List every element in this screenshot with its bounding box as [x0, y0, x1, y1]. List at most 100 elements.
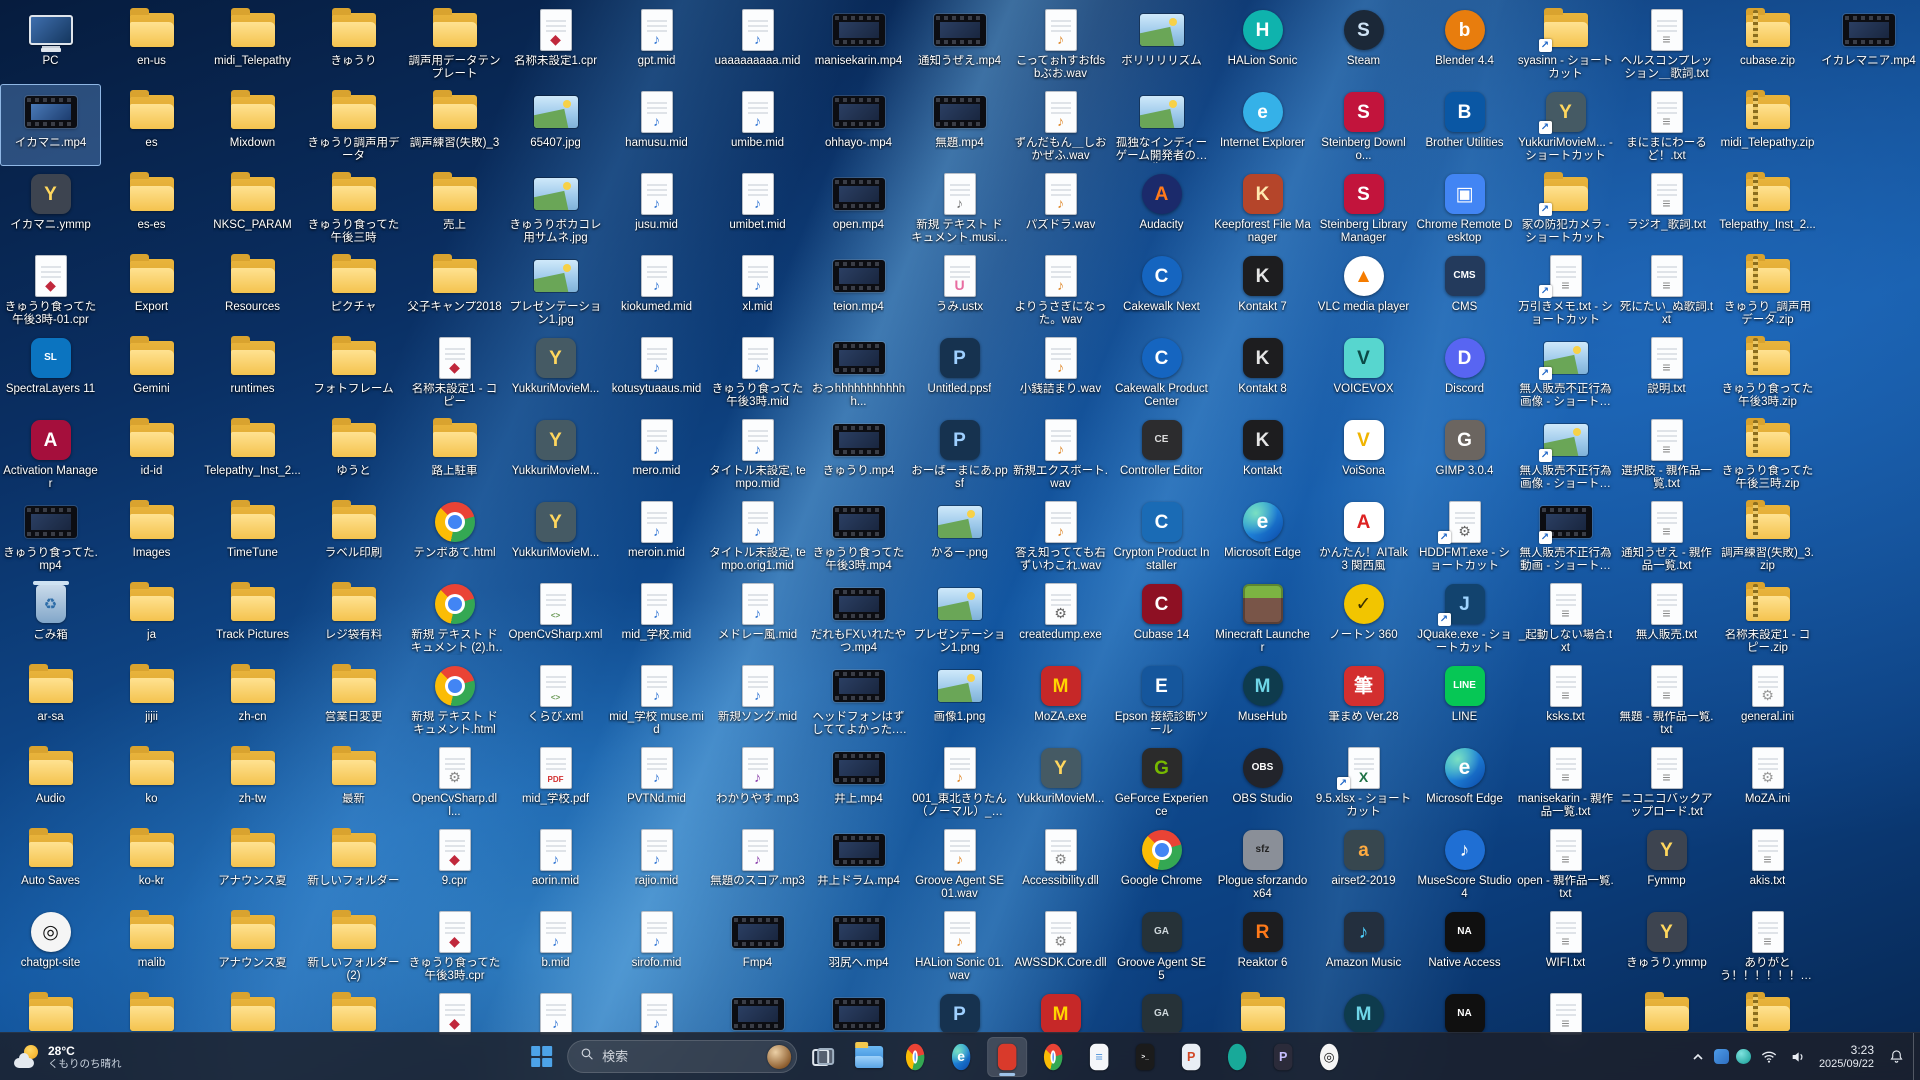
desktop-icon[interactable]: ♪パズドラ.wav [1010, 166, 1111, 248]
desktop-icon[interactable]: sfzPlogue sforzando x64 [1212, 822, 1313, 904]
desktop-icon[interactable]: ♪小銭詰まり.wav [1010, 330, 1111, 412]
desktop-icon[interactable]: おっhhhhhhhhhhhh... [808, 330, 909, 412]
desktop-icon[interactable]: Telepathy_Inst_2... [1717, 166, 1818, 248]
desktop-icon[interactable]: BBrother Utilities [1414, 84, 1515, 166]
desktop-icon[interactable]: ↗syasinn - ショートカット [1515, 2, 1616, 84]
presentation-app-taskbar-button[interactable]: P [1171, 1037, 1211, 1077]
desktop-icon[interactable]: ◆9.cpr [404, 822, 505, 904]
desktop-icon[interactable]: プレゼンテーション1.png [909, 576, 1010, 658]
desktop-icon[interactable]: ↗無人販売不正行為画像 - ショートカット [1515, 412, 1616, 494]
desktop-icon[interactable]: 調声練習(失敗)_3 [404, 84, 505, 166]
desktop-icon[interactable]: YFymmp [1616, 822, 1717, 904]
desktop-icon[interactable]: ラベル印刷 [303, 494, 404, 576]
desktop-icon[interactable]: ♪umibet.mid [707, 166, 808, 248]
weather-widget[interactable]: 28°C くもりのち晴れ [4, 1033, 132, 1080]
desktop-icon[interactable]: ↗家の防犯カメラ - ショートカット [1515, 166, 1616, 248]
desktop-icon[interactable]: ♪タイトル未設定, tempo.orig1.mid [707, 494, 808, 576]
desktop-icon[interactable]: CEController Editor [1111, 412, 1212, 494]
desktop-icon[interactable]: ≡説明.txt [1616, 330, 1717, 412]
desktop-icon[interactable]: HHALion Sonic [1212, 2, 1313, 84]
desktop-icon[interactable]: midi_Telepathy.zip [1717, 84, 1818, 166]
desktop-icon[interactable]: OBSOBS Studio [1212, 740, 1313, 822]
desktop-icon[interactable]: きゅうり食ってた午後3時.zip [1717, 330, 1818, 412]
desktop-icon[interactable]: Yきゅうり.ymmp [1616, 904, 1717, 986]
desktop-icon[interactable]: es-es [101, 166, 202, 248]
desktop-icon[interactable]: きゅうりボカコレ用サムネ.jpg [505, 166, 606, 248]
desktop-icon[interactable]: ♪答え知ってても右ずいわこれ.wav [1010, 494, 1111, 576]
desktop-icon[interactable]: RReaktor 6 [1212, 904, 1313, 986]
desktop-icon[interactable]: ⚙general.ini [1717, 658, 1818, 740]
desktop-icon[interactable]: Telepathy_Inst_2... [202, 412, 303, 494]
desktop-icon[interactable]: ≡↗万引きメモ.txt - ショートカット [1515, 248, 1616, 330]
desktop-icon[interactable]: ♪無題のスコア.mp3 [707, 822, 808, 904]
desktop-icon[interactable]: ⚙Accessibility.dll [1010, 822, 1111, 904]
desktop-icon[interactable]: ≡ラジオ_歌詞.txt [1616, 166, 1717, 248]
tray-app-icon-2[interactable] [1736, 1049, 1751, 1064]
search-input[interactable] [602, 1049, 759, 1064]
desktop-icon[interactable]: KKontakt [1212, 412, 1313, 494]
desktop-icon[interactable]: ♪rajio.mid [606, 822, 707, 904]
desktop-icon[interactable]: イカマニ.mp4 [0, 84, 101, 166]
desktop-icon[interactable]: AActivation Manager [0, 412, 101, 494]
desktop-icon[interactable]: Pおーばーまにあ.ppsf [909, 412, 1010, 494]
desktop-icon[interactable]: 調声練習(失敗)_3.zip [1717, 494, 1818, 576]
desktop-icon[interactable]: ♪PVTNd.mid [606, 740, 707, 822]
desktop-icon[interactable]: midi_Telepathy [202, 2, 303, 84]
desktop-icon[interactable]: 65407.jpg [505, 84, 606, 166]
desktop-icon[interactable]: ♪umibe.mid [707, 84, 808, 166]
file-explorer-taskbar-button[interactable] [849, 1037, 889, 1077]
desktop-icon[interactable]: eMicrosoft Edge [1414, 740, 1515, 822]
desktop-icon[interactable]: きゅうり調声用データ [303, 84, 404, 166]
desktop-icon[interactable]: jijii [101, 658, 202, 740]
desktop-icon[interactable]: bBlender 4.4 [1414, 2, 1515, 84]
desktop-icon[interactable]: PC [0, 2, 101, 84]
desktop-icon[interactable]: ♪きゅうり食ってた午後3時.mid [707, 330, 808, 412]
desktop-icon[interactable]: Uうみ.ustx [909, 248, 1010, 330]
desktop-icon[interactable]: 名称未設定1 - コピー.zip [1717, 576, 1818, 658]
desktop-icon[interactable]: ♪sirofo.mid [606, 904, 707, 986]
desktop-icon[interactable]: 画像1.png [909, 658, 1010, 740]
desktop-icon[interactable]: Resources [202, 248, 303, 330]
desktop-icon[interactable]: ♪タイトル未設定, tempo.mid [707, 412, 808, 494]
desktop-icon[interactable]: CCubase 14 [1111, 576, 1212, 658]
desktop-icon[interactable]: ≡選択肢 - 親作品一覧.txt [1616, 412, 1717, 494]
desktop-icon[interactable]: EEpson 接続診断ツール [1111, 658, 1212, 740]
desktop-icon[interactable]: ♪hamusu.mid [606, 84, 707, 166]
desktop-icon[interactable]: ♪新規ソング.mid [707, 658, 808, 740]
chatgpt-taskbar-button[interactable]: ◎ [1309, 1037, 1349, 1077]
desktop-icon[interactable]: 通知うぜえ.mp4 [909, 2, 1010, 84]
desktop-icon[interactable]: ko-kr [101, 822, 202, 904]
desktop-icon[interactable]: id-id [101, 412, 202, 494]
desktop-icon[interactable]: ♪新規 テキスト ドキュメント.musicxml [909, 166, 1010, 248]
desktop-icon[interactable]: ja [101, 576, 202, 658]
desktop-icon[interactable]: ♪kiokumed.mid [606, 248, 707, 330]
desktop-icon[interactable]: Gemini [101, 330, 202, 412]
desktop-icon[interactable]: ♪メドレー風.mid [707, 576, 808, 658]
desktop-icon[interactable]: 最新 [303, 740, 404, 822]
desktop-icon[interactable]: テンポあて.html [404, 494, 505, 576]
desktop-icon[interactable]: ♪よりうさぎになった。wav [1010, 248, 1111, 330]
desktop-icon[interactable]: Aかんたん！AITalk 3 関西風 [1313, 494, 1414, 576]
desktop-icon[interactable]: ≡manisekarin - 親作品一覧.txt [1515, 740, 1616, 822]
desktop-icon[interactable]: <>くらび.xml [505, 658, 606, 740]
desktop-icon[interactable]: 調声用データテンプレート [404, 2, 505, 84]
desktop-icon[interactable]: ⚙↗HDDFMT.exe - ショートカット [1414, 494, 1515, 576]
desktop-icon[interactable]: ≡akis.txt [1717, 822, 1818, 904]
desktop-icon[interactable]: ♪kotusytuaaus.mid [606, 330, 707, 412]
desktop-icon[interactable]: malib [101, 904, 202, 986]
desktop-icon[interactable]: ≡ksks.txt [1515, 658, 1616, 740]
desktop-icon[interactable]: きゅうり食ってた午後三時 [303, 166, 404, 248]
desktop-icon[interactable]: Auto Saves [0, 822, 101, 904]
desktop-icon[interactable]: open.mp4 [808, 166, 909, 248]
desktop-icon[interactable]: SSteinberg Library Manager [1313, 166, 1414, 248]
desktop-icon[interactable]: GAGroove Agent SE 5 [1111, 904, 1212, 986]
desktop-icon[interactable]: YYukkuriMovieM... [505, 412, 606, 494]
desktop-icon[interactable]: Mixdown [202, 84, 303, 166]
desktop-icon[interactable]: ピクチャ [303, 248, 404, 330]
desktop-icon[interactable]: ♪meroin.mid [606, 494, 707, 576]
desktop-icon[interactable]: ♪xl.mid [707, 248, 808, 330]
search-highlight-icon[interactable] [767, 1045, 791, 1069]
desktop-icon[interactable]: CMSCMS [1414, 248, 1515, 330]
desktop-icon[interactable]: DDiscord [1414, 330, 1515, 412]
desktop-icon[interactable]: Track Pictures [202, 576, 303, 658]
